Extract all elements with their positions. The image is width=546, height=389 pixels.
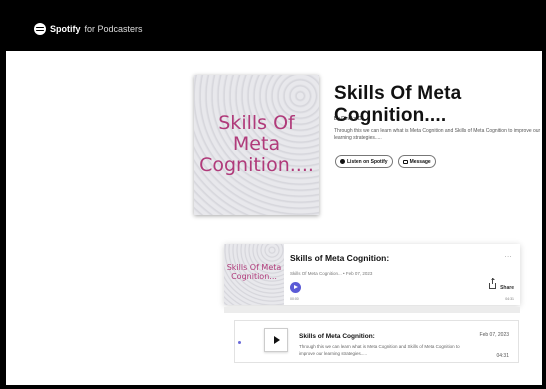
current-episode-marker [238,341,241,344]
show-title: Skills Of Meta Cognition.... [334,83,462,126]
show-cover-art: Skills Of Meta Cognition.... [194,75,319,215]
episode-list-item[interactable]: Skills of Meta Cognition: Through this w… [234,320,519,363]
more-options-button[interactable]: ... [505,252,512,259]
spotify-icon [340,159,345,164]
episode-row-date: Feb 07, 2023 [479,332,509,338]
spotify-logo[interactable]: Spotify for Podcasters [34,23,143,35]
cover-title: Skills Of Meta Cognition.... [199,112,314,176]
listen-on-spotify-button[interactable]: Listen on Spotify [335,155,393,168]
message-icon [402,159,408,164]
share-icon[interactable] [489,278,496,289]
thumbnail-title: Skills Of Meta Cognition... [226,263,282,281]
top-bar: Spotify for Podcasters [6,4,542,51]
play-button[interactable] [290,282,301,293]
episode-row-duration: 04:31 [496,353,509,359]
episode-thumbnail[interactable]: Skills Of Meta Cognition... [224,244,284,305]
elapsed-time: 00:00 [290,297,299,301]
brand-name: Spotify [50,24,81,34]
episode-row-title[interactable]: Skills of Meta Cognition: [299,333,375,340]
episode-title[interactable]: Skills of Meta Cognition: [290,253,389,263]
brand-suffix: for Podcasters [84,24,143,34]
message-button[interactable]: Message [397,155,436,168]
episode-meta: Skills Of Meta Cognition... • Feb 07, 20… [290,271,373,276]
spotify-icon [34,23,46,35]
show-author: By Devika D [334,116,362,122]
play-icon[interactable] [264,328,288,352]
episode-row-description: Through this we can learn what is Meta C… [299,344,460,356]
app-frame: Spotify for Podcasters Skills Of Meta Co… [0,0,546,389]
divider-bar [224,307,520,313]
message-label: Message [409,158,431,165]
show-description: Through this we can learn what is Meta C… [334,128,541,141]
show-actions: Listen on Spotify Message [335,155,436,168]
listen-label: Listen on Spotify [347,158,388,165]
share-button[interactable]: Share [500,285,514,291]
featured-episode-card: Skills Of Meta Cognition... Skills of Me… [224,244,520,305]
remaining-time: 04:31 [505,297,514,301]
